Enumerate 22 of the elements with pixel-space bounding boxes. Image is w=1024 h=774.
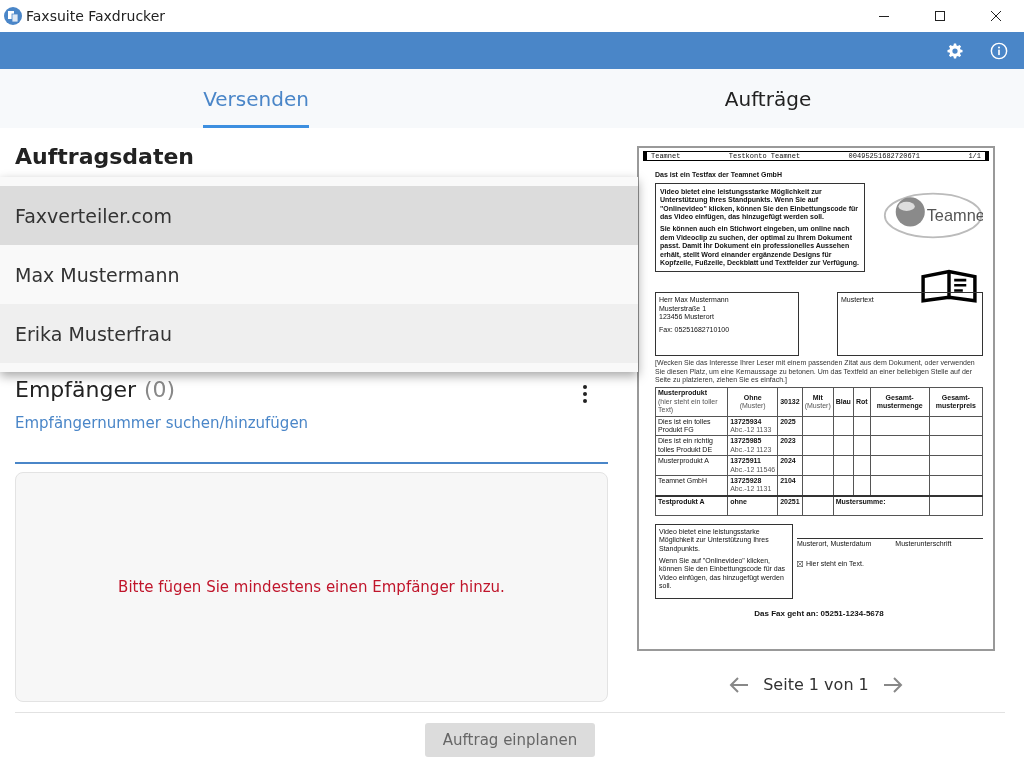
maximize-icon — [935, 11, 945, 21]
menu-item[interactable]: Erika Musterfrau — [0, 304, 638, 363]
add-recipient-link[interactable]: Empfängernummer suchen/hinzufügen — [15, 414, 309, 432]
window-title: Faxsuite Faxdrucker — [26, 8, 167, 24]
fax-destination: Das Fax geht an: 05251-1234-5678 — [753, 608, 885, 619]
more-icon[interactable] — [582, 384, 588, 404]
close-icon — [991, 11, 1001, 21]
next-page-button[interactable] — [882, 675, 903, 694]
previous-page-button[interactable] — [729, 675, 750, 694]
recipient-count: (0) — [144, 376, 177, 402]
info-icon[interactable] — [990, 41, 1008, 60]
empty-message: Bitte fügen Sie mindestens einen Empfänger hinzu. — [118, 578, 505, 596]
minimize-icon — [879, 15, 889, 17]
app-icon — [4, 7, 22, 25]
page-indicator: Seite 1 von 1 — [763, 675, 869, 694]
settings-icon[interactable] — [946, 41, 964, 60]
tab[interactable]: Aufträge — [724, 69, 812, 128]
tab[interactable]: Versenden — [203, 69, 309, 128]
section-heading: Auftragsdaten — [15, 144, 195, 171]
menu-item[interactable]: Faxverteiler.com — [0, 186, 638, 245]
menu-item[interactable]: Max Mustermann — [0, 245, 638, 304]
section-heading: Empfänger — [15, 376, 136, 402]
